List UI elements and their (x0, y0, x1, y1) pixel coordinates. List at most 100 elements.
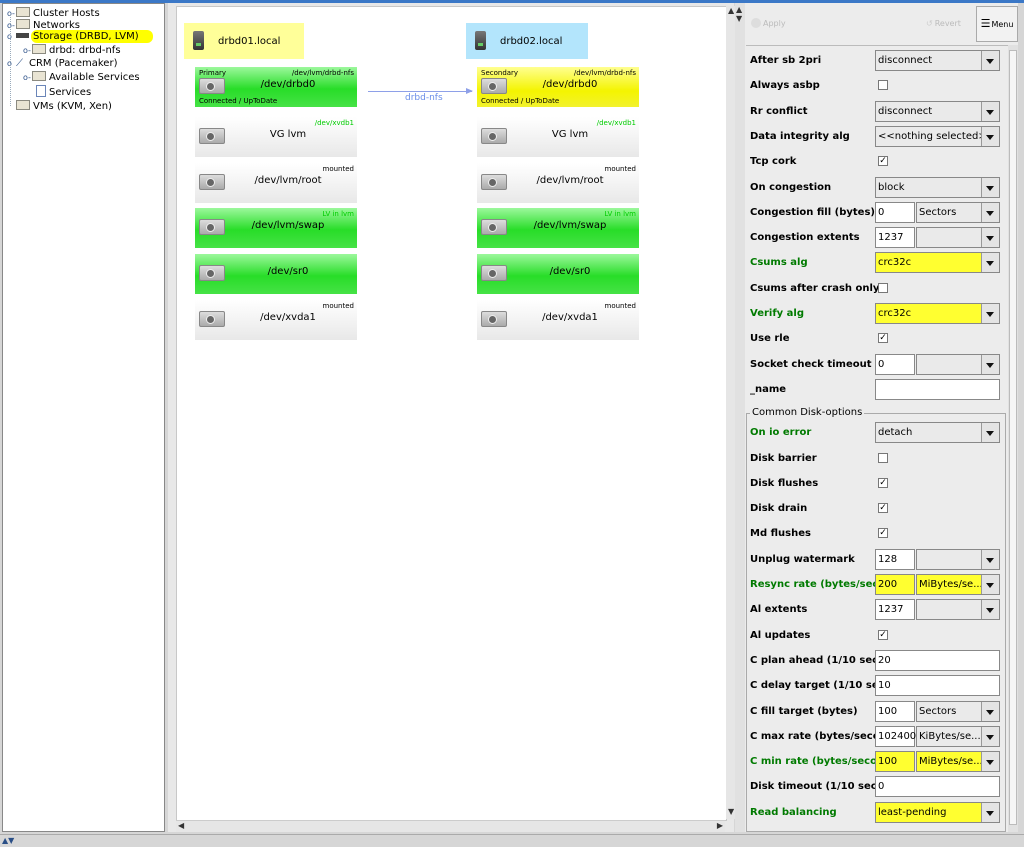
storage-block[interactable]: /dev/lvm/swap LV in lvm (195, 208, 357, 248)
unit-select[interactable] (916, 227, 1000, 248)
tree-item-services[interactable]: Services (36, 85, 91, 98)
host-drbd02[interactable]: drbd02.local (466, 23, 588, 59)
unit-select[interactable]: MiBytes/se... (916, 751, 1000, 772)
graph-canvas[interactable]: drbd01.local drbd02.local /dev/drbd0 Prim… (176, 6, 727, 821)
chevron-down-icon[interactable] (981, 253, 999, 272)
scrollbar-thumb[interactable] (1009, 50, 1017, 825)
number-input[interactable]: 100 (875, 751, 915, 772)
select-field[interactable]: disconnect (875, 50, 1000, 71)
scroll-down-icon[interactable]: ▼ (728, 807, 734, 816)
select-field[interactable]: least-pending (875, 802, 1000, 823)
select-field[interactable]: block (875, 177, 1000, 198)
apply-button[interactable]: Apply (751, 6, 786, 42)
select-field[interactable]: disconnect (875, 101, 1000, 122)
number-input[interactable]: 0 (875, 354, 915, 375)
tree-item-storage[interactable]: o Storage (DRBD, LVM) (7, 30, 153, 43)
chevron-down-icon[interactable] (981, 102, 999, 121)
checkbox[interactable] (878, 283, 888, 293)
storage-block[interactable]: /dev/xvda1 mounted (195, 300, 357, 340)
storage-block[interactable]: VG lvm/dev/xvdb1 (477, 117, 639, 157)
checkbox[interactable]: ✓ (878, 478, 888, 488)
storage-block[interactable]: VG lvm/dev/xvdb1 (195, 117, 357, 157)
chevron-down-icon[interactable] (981, 702, 999, 721)
checkbox[interactable]: ✓ (878, 503, 888, 513)
number-input[interactable]: 1237 (875, 227, 915, 248)
host-drbd01[interactable]: drbd01.local (184, 23, 304, 59)
storage-block[interactable]: /dev/drbd0 Secondary/dev/lvm/drbd-nfs Conn… (477, 67, 639, 107)
chevron-down-icon[interactable] (981, 550, 999, 569)
scroll-up-icon[interactable]: ▲ (736, 5, 742, 14)
tree-item-drbd-nfs[interactable]: o-drbd: drbd-nfs (23, 44, 121, 56)
chevron-down-icon[interactable] (981, 803, 999, 822)
apply-icon (751, 18, 761, 28)
number-input[interactable]: 0 (875, 202, 915, 223)
number-input[interactable]: 200 (875, 574, 915, 595)
panel-right-scrollbar[interactable] (1008, 45, 1018, 832)
checkbox[interactable] (878, 80, 888, 90)
chevron-down-icon[interactable] (981, 51, 999, 70)
chevron-down-icon[interactable] (981, 127, 999, 146)
chevron-down-icon[interactable] (981, 228, 999, 247)
graph-horizontal-scrollbar[interactable]: ◀ ▶ (176, 820, 725, 832)
scroll-down-icon[interactable]: ▼ (736, 14, 742, 23)
scroll-right-icon[interactable]: ▶ (717, 821, 723, 830)
tree-item-cluster-hosts[interactable]: o- Cluster Hosts (7, 7, 100, 19)
storage-block[interactable]: /dev/sr0 (195, 254, 357, 294)
unit-select[interactable]: Sectors (916, 202, 1000, 223)
form-row: After sb 2pri disconnect (750, 48, 1008, 73)
storage-block[interactable]: /dev/lvm/root mounted (195, 163, 357, 203)
navigation-tree[interactable]: o- Cluster Hosts o- Networks o Storage (DRB… (2, 3, 165, 832)
chevron-down-icon[interactable] (981, 203, 999, 222)
storage-block[interactable]: /dev/drbd0 Primary/dev/lvm/drbd-nfs Connec… (195, 67, 357, 107)
text-input[interactable]: 20 (875, 650, 1000, 671)
scroll-left-icon[interactable]: ◀ (178, 821, 184, 830)
chevron-down-icon[interactable] (981, 600, 999, 619)
expand-handle-icon[interactable]: o- (23, 45, 32, 57)
number-input[interactable]: 1237 (875, 599, 915, 620)
block-tag: mounted (322, 165, 354, 173)
chevron-down-icon[interactable] (981, 304, 999, 323)
select-field[interactable]: detach (875, 422, 1000, 443)
tree-item-available-services[interactable]: o- Available Services (23, 71, 140, 83)
expand-handle-icon[interactable]: o- (23, 72, 32, 84)
text-input[interactable] (875, 379, 1000, 400)
checkbox[interactable]: ✓ (878, 528, 888, 538)
checkbox[interactable] (878, 453, 888, 463)
unit-select[interactable] (916, 354, 1000, 375)
revert-button[interactable]: ↺ Revert (926, 6, 961, 42)
unit-select[interactable] (916, 549, 1000, 570)
menu-button[interactable]: ☰Menu (976, 6, 1018, 42)
chevron-down-icon[interactable] (981, 575, 999, 594)
chevron-down-icon[interactable] (981, 727, 999, 746)
checkbox[interactable]: ✓ (878, 630, 888, 640)
tree-item-crm[interactable]: o ⟋ CRM (Pacemaker) (7, 58, 117, 70)
checkbox[interactable]: ✓ (878, 156, 888, 166)
unit-select[interactable] (916, 599, 1000, 620)
select-field[interactable]: <<nothing selected>> (875, 126, 1000, 147)
device-label: /dev/lvm/swap (251, 220, 325, 231)
chevron-down-icon[interactable] (981, 355, 999, 374)
storage-block[interactable]: /dev/xvda1 mounted (477, 300, 639, 340)
number-input[interactable]: 100 (875, 701, 915, 722)
unit-select[interactable]: KiBytes/se... (916, 726, 1000, 747)
drbd-connection-arrow[interactable] (368, 88, 473, 94)
select-field[interactable]: crc32c (875, 303, 1000, 324)
chevron-down-icon[interactable] (981, 423, 999, 442)
panel-left-scrollbar[interactable]: ▲ ▼ (735, 3, 745, 832)
resize-handle-icon[interactable]: ▲▼ (2, 836, 14, 845)
scroll-up-icon[interactable]: ▲ (728, 6, 734, 15)
text-input[interactable]: 10 (875, 675, 1000, 696)
storage-block[interactable]: /dev/sr0 (477, 254, 639, 294)
tree-item-vms[interactable]: VMs (KVM, Xen) (16, 100, 112, 112)
storage-block[interactable]: /dev/lvm/root mounted (477, 163, 639, 203)
number-input[interactable]: 128 (875, 549, 915, 570)
select-field[interactable]: crc32c (875, 252, 1000, 273)
unit-select[interactable]: MiBytes/se... (916, 574, 1000, 595)
text-input[interactable]: 0 (875, 776, 1000, 797)
storage-block[interactable]: /dev/lvm/swap LV in lvm (477, 208, 639, 248)
checkbox[interactable]: ✓ (878, 333, 888, 343)
chevron-down-icon[interactable] (981, 752, 999, 771)
chevron-down-icon[interactable] (981, 178, 999, 197)
unit-select[interactable]: Sectors (916, 701, 1000, 722)
number-input[interactable]: 102400 (875, 726, 916, 747)
